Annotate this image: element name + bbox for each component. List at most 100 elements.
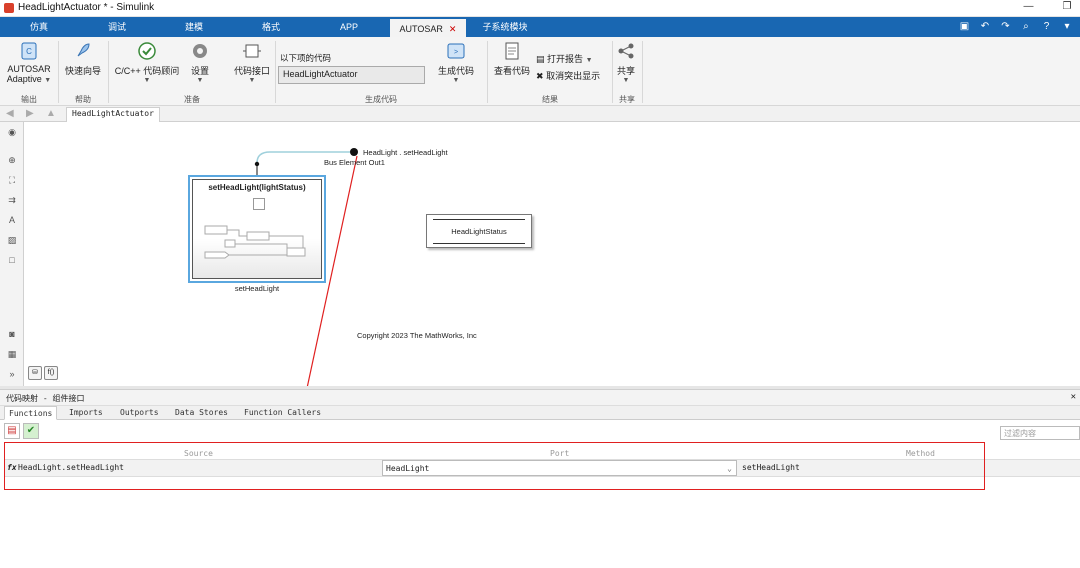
hide-show-icon[interactable]: ◉ (6, 126, 18, 138)
expand-icon[interactable]: » (6, 368, 18, 380)
ribbon-tab-bar: 仿真 调试 建模 格式 APP AUTOSAR ✕ 子系统模块 ▣ ↶ ↷ ⌕ ?… (0, 17, 1080, 37)
report-icon: ▤ (536, 54, 545, 64)
column-method[interactable]: Method (906, 449, 935, 458)
tab-autosar-label: AUTOSAR (399, 24, 443, 34)
forward-arrow-icon[interactable]: ▶ (26, 108, 34, 119)
signal-arrow-icon[interactable]: ⇉ (6, 194, 18, 206)
simulink-function-block[interactable]: setHeadLight(lightStatus) (188, 175, 326, 283)
code-for-label: 以下项的代码 (280, 53, 332, 63)
filter-input[interactable]: 过滤内容 (1000, 426, 1080, 440)
back-arrow-icon[interactable]: ◀ (6, 108, 14, 119)
area-icon[interactable]: □ (6, 254, 18, 266)
configure-icon[interactable]: ▤ (4, 423, 20, 439)
cpp-advisor-label: C/C++ 代码顾问 (114, 66, 180, 76)
code-for-field[interactable]: HeadLightActuator (278, 66, 425, 84)
tab-debug[interactable]: 调试 (78, 17, 156, 37)
table-header: Source Port Method (4, 447, 1080, 460)
minimize-button[interactable]: — (1021, 1, 1035, 12)
cpp-code-advisor-button[interactable]: C/C++ 代码顾问 ▼ (112, 41, 182, 84)
chevron-down-icon: ▼ (248, 77, 256, 84)
tab-function-callers[interactable]: Function Callers (244, 408, 321, 417)
tab-simulation[interactable]: 仿真 (0, 17, 78, 37)
bus-element-port-label: HeadLight . setHeadLight (363, 148, 448, 157)
tab-data-stores[interactable]: Data Stores (175, 408, 228, 417)
panel-title: 代码映射 - 组件接口 ✕ (0, 390, 1080, 406)
tab-outports[interactable]: Outports (120, 408, 159, 417)
annotation-icon[interactable]: A (6, 214, 18, 226)
remove-highlight-button[interactable]: ✖ 取消突出显示 (536, 69, 600, 82)
zoom-icon[interactable]: ⊕ (6, 154, 18, 166)
block-body: setHeadLight(lightStatus) (192, 179, 322, 279)
share-button[interactable]: 共享 ▼ (614, 41, 638, 84)
navigation-toolbar: ◀ ▶ ▲ HeadLightActuator (0, 106, 1080, 122)
tab-subsystem-block[interactable]: 子系统模块 (466, 17, 544, 37)
restore-button[interactable]: ❐ (1060, 1, 1074, 12)
bus-element-name: Bus Element Out1 (324, 158, 385, 167)
mapping-tabs: Functions Imports Outports Data Stores F… (0, 406, 1080, 420)
canvas-tools: ⛁ f() (28, 366, 60, 380)
interface-icon (243, 44, 261, 58)
chevron-down-icon: ▼ (143, 77, 151, 84)
quick-start-label: 快速向导 (64, 66, 101, 76)
group-help-label: 帮助 (75, 95, 91, 104)
redo-icon[interactable]: ↷ (998, 20, 1012, 34)
close-icon[interactable]: ✕ (1071, 392, 1076, 402)
data-store-top-line (433, 219, 525, 220)
mapping-table: Source Port Method fx HeadLight.setHeadL… (4, 447, 1080, 477)
tab-imports[interactable]: Imports (69, 408, 103, 417)
generate-code-label: 生成代码 (437, 66, 474, 76)
up-arrow-icon[interactable]: ▲ (46, 108, 56, 119)
tab-modeling[interactable]: 建模 (156, 17, 232, 37)
quick-start-button[interactable]: 快速向导 (62, 41, 104, 77)
close-icon[interactable]: ✕ (449, 24, 457, 34)
chevron-down-icon: ▼ (452, 77, 460, 84)
function-icon[interactable]: f() (44, 366, 58, 380)
block-title: setHeadLight(lightStatus) (208, 183, 306, 192)
view-code-button[interactable]: 查看代码 (491, 41, 533, 77)
validate-icon[interactable]: ✔ (23, 423, 39, 439)
column-source[interactable]: Source (184, 449, 213, 458)
window-title: HeadLightActuator * - Simulink (18, 2, 155, 13)
port-select[interactable]: HeadLight ⌄ (382, 460, 737, 476)
tab-autosar[interactable]: AUTOSAR ✕ (390, 17, 466, 37)
group-share-label: 共享 (619, 95, 635, 104)
save-icon[interactable]: ▣ (957, 20, 971, 34)
chevron-down-icon: ▼ (585, 57, 593, 64)
breadcrumb[interactable]: HeadLightActuator (66, 107, 160, 122)
autosar-component-icon: C (21, 42, 37, 60)
autosar-platform-button[interactable]: C AUTOSAR Adaptive ▼ (6, 41, 52, 84)
database-icon[interactable]: ⛁ (28, 366, 42, 380)
help-icon[interactable]: ? (1039, 20, 1053, 34)
remove-highlight-icon: ✖ (536, 71, 544, 81)
model-canvas[interactable] (24, 122, 1080, 386)
block-thumbnail-diagram (204, 225, 306, 259)
svg-text:>: > (454, 49, 458, 56)
tab-functions[interactable]: Functions (4, 406, 58, 420)
data-store-label: HeadLightStatus (451, 227, 507, 236)
group-results-label: 结果 (542, 95, 558, 104)
method-cell[interactable]: setHeadLight (739, 460, 800, 477)
camera-icon[interactable]: ◙ (6, 328, 18, 340)
tab-apps[interactable]: APP (310, 17, 388, 37)
image-icon[interactable]: ▨ (6, 234, 18, 246)
chevron-down-icon[interactable]: ▾ (1060, 20, 1074, 34)
table-row[interactable]: fx HeadLight.setHeadLight HeadLight ⌄ se… (4, 460, 1080, 477)
tab-format[interactable]: 格式 (232, 17, 310, 37)
chevron-down-icon: ▼ (622, 77, 630, 84)
open-report-button[interactable]: ▤ 打开报告 ▼ (536, 52, 593, 65)
undo-icon[interactable]: ↶ (978, 20, 992, 34)
fit-view-icon[interactable]: ⛶ (6, 174, 18, 186)
code-interface-button[interactable]: 代码接口 ▼ (232, 41, 272, 84)
source-cell: HeadLight.setHeadLight (18, 463, 124, 472)
chevron-down-icon: ▼ (196, 77, 204, 84)
block-palette: ◉ ⊕ ⛶ ⇉ A ▨ □ ◙ ▦ » (0, 122, 24, 386)
column-port[interactable]: Port (550, 449, 569, 458)
settings-button[interactable]: 设置 ▼ (186, 41, 214, 84)
search-icon[interactable]: ⌕ (1019, 20, 1033, 34)
generate-code-button[interactable]: > 生成代码 ▼ (434, 41, 478, 84)
data-store-bottom-line (433, 243, 525, 244)
gear-icon (193, 44, 207, 58)
data-store-block[interactable]: HeadLightStatus (426, 214, 532, 248)
chevron-down-icon: ▼ (44, 77, 52, 84)
explorer-icon[interactable]: ▦ (6, 348, 18, 360)
